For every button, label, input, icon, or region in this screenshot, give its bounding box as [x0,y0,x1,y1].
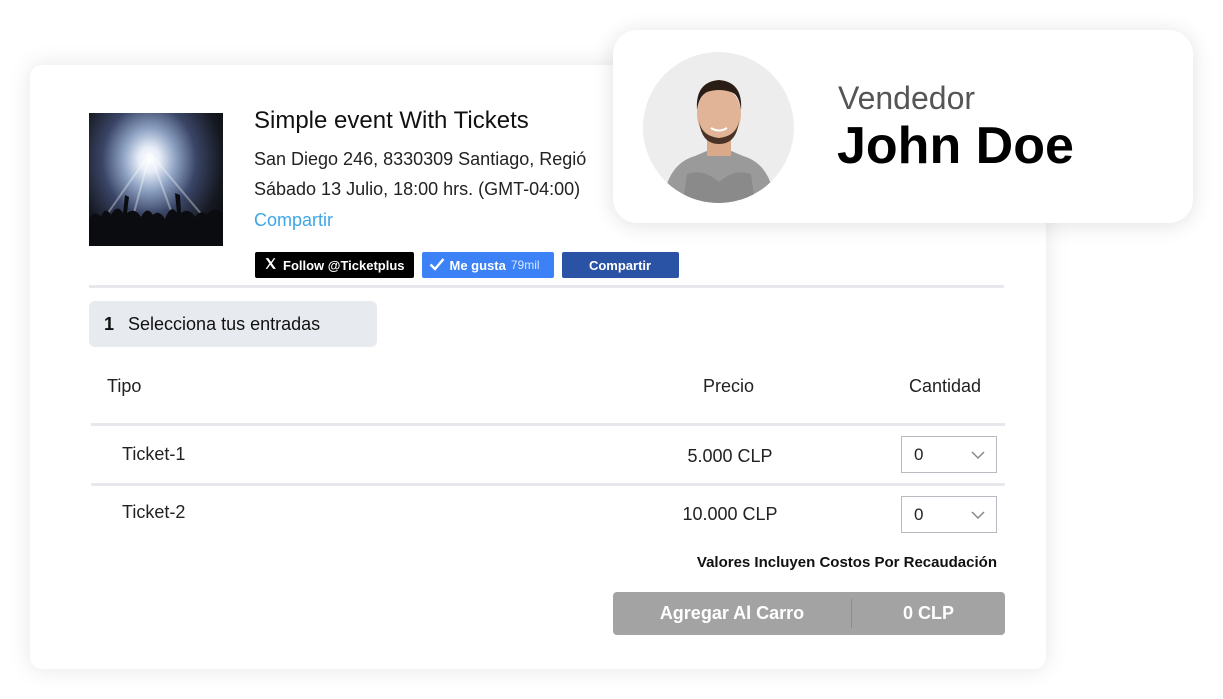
seller-role: Vendedor [838,80,976,116]
event-date: Sábado 13 Julio, 18:00 hrs. (GMT-04:00) [254,179,581,199]
follow-label: Follow @Ticketplus [283,257,405,273]
header-price: Precio [703,376,755,396]
quantity-select[interactable]: 0 [901,496,997,533]
cart-total: 0 CLP [902,603,954,623]
ticket-name: Ticket-1 [122,444,186,464]
event-address: San Diego 246, 8330309 Santiago, Regió [254,149,587,169]
seller-avatar [643,52,794,203]
row-divider [91,483,1005,486]
like-button[interactable]: Me gusta 79mil [421,252,554,278]
like-count: 79mil [510,258,540,272]
header-type: Tipo [107,376,142,396]
share-link[interactable]: Compartir [254,210,333,231]
seller-card: Vendedor John Doe [613,30,1193,223]
ticket-name: Ticket-2 [122,502,186,522]
social-buttons: Follow @Ticketplus Me gusta 79mil Compar… [255,252,679,278]
step-number: 1 [104,313,115,334]
divider [89,285,1004,288]
ticket-price: 5.000 CLP [687,446,773,466]
chevron-down-icon [971,511,985,520]
like-label: Me gusta [449,257,506,273]
chevron-down-icon [971,451,985,460]
quantity-value: 0 [914,444,924,464]
event-image [89,113,223,246]
x-logo-icon [264,257,277,273]
share-button[interactable]: Compartir [561,252,679,278]
quantity-select[interactable]: 0 [901,436,997,473]
seller-name: John Doe [837,117,1074,175]
follow-x-button[interactable]: Follow @Ticketplus [255,252,414,278]
check-icon [429,257,445,274]
step-label: Selecciona tus entradas [128,313,321,334]
event-title: Simple event With Tickets [254,107,529,134]
row-divider [91,423,1005,426]
ticket-price: 10.000 CLP [682,504,778,524]
step-header: 1 Selecciona tus entradas [89,301,377,347]
add-to-cart-label: Agregar Al Carro [659,603,805,623]
quantity-value: 0 [914,504,924,524]
add-to-cart-button[interactable]: Agregar Al Carro 0 CLP [613,592,1005,635]
fees-note: Valores Incluyen Costos Por Recaudación [696,554,997,571]
header-quantity: Cantidad [909,376,982,396]
